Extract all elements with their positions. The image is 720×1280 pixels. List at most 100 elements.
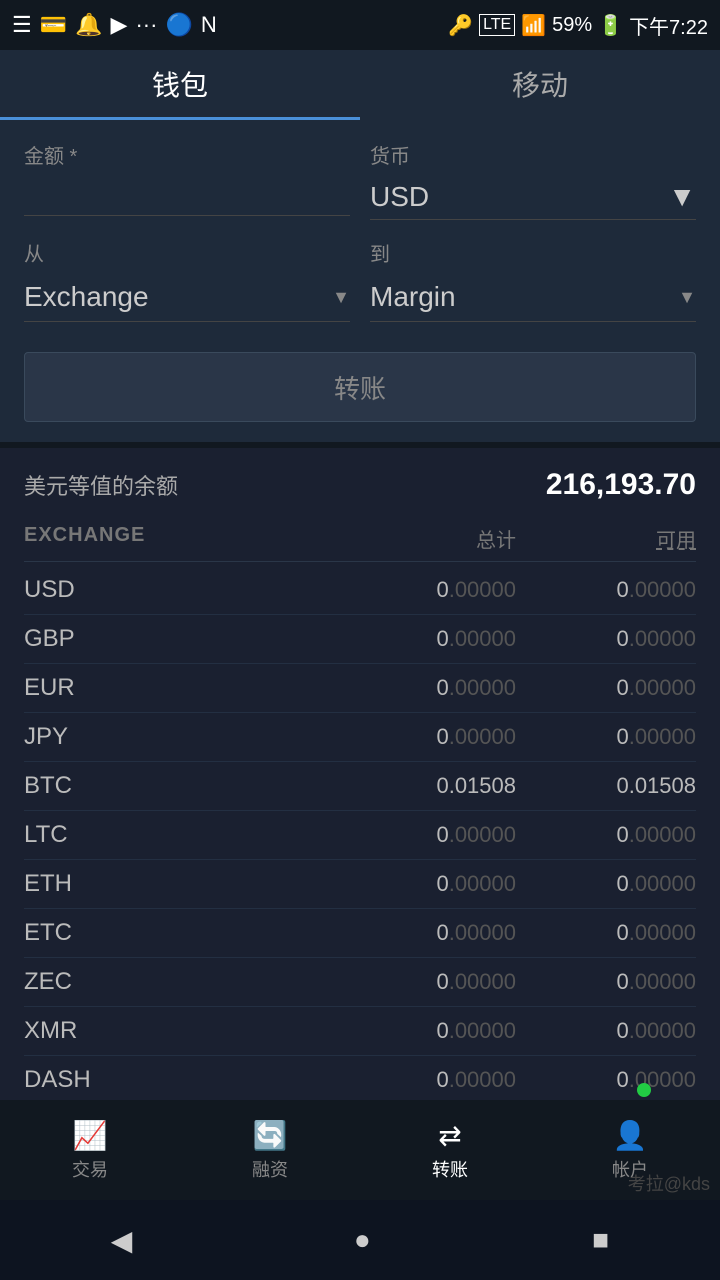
- key-icon: 🔑: [448, 13, 473, 38]
- tab-move[interactable]: 移动: [360, 50, 720, 120]
- back-button[interactable]: ◀: [111, 1224, 133, 1257]
- from-value: Exchange: [24, 281, 149, 313]
- table-row: XMR 0.00000 0.00000: [24, 1007, 696, 1056]
- table-row: JPY 0.00000 0.00000: [24, 713, 696, 762]
- to-group: 到 Margin ▼: [370, 238, 696, 322]
- play-icon: ▶: [111, 12, 128, 38]
- signal-icon: 📶: [521, 13, 546, 38]
- col-available: 可用: [576, 524, 696, 553]
- row-values: 0.00000 0.00000: [356, 969, 696, 995]
- online-dot: [637, 1083, 651, 1097]
- to-value: Margin: [370, 281, 456, 313]
- row-values: 0.00000 0.00000: [356, 675, 696, 701]
- available-cell: 0.00000: [536, 675, 696, 701]
- tab-wallet[interactable]: 钱包: [0, 50, 360, 120]
- row-values: 0.00000 0.00000: [356, 577, 696, 603]
- battery-icon: 🔋: [598, 13, 623, 38]
- more-icon: ···: [135, 12, 157, 38]
- table-row: DASH 0.00000 0.00000: [24, 1056, 696, 1105]
- table-row: GBP 0.00000 0.00000: [24, 615, 696, 664]
- row-values: 0.01508 0.01508: [356, 773, 696, 799]
- finance-icon: 🔄: [253, 1119, 288, 1152]
- from-label: 从: [24, 238, 350, 267]
- total-cell: 0.00000: [356, 724, 516, 750]
- available-cell: 0.00000: [536, 626, 696, 652]
- col-total: 总计: [396, 524, 516, 553]
- total-cell: 0.00000: [356, 675, 516, 701]
- transfer-btn-area: 转账: [0, 342, 720, 442]
- transfer-button[interactable]: 转账: [24, 352, 696, 422]
- from-group: 从 Exchange ▼: [24, 238, 350, 322]
- currency-cell: LTC: [24, 821, 144, 849]
- row-values: 0.00000 0.00000: [356, 920, 696, 946]
- account-icon: 👤: [613, 1119, 648, 1152]
- available-cell: 0.00000: [536, 1067, 696, 1093]
- currency-value: USD: [370, 181, 429, 213]
- android-nav: ◀ ● ■: [0, 1200, 720, 1280]
- currency-cell: EUR: [24, 674, 144, 702]
- wallet-icon: 💳: [40, 12, 67, 38]
- total-cell: 0.00000: [356, 1018, 516, 1044]
- chevron-down-icon-from: ▼: [332, 287, 350, 308]
- currency-cell: ETC: [24, 919, 144, 947]
- total-cell: 0.00000: [356, 577, 516, 603]
- total-cell: 0.01508: [356, 773, 516, 799]
- from-to-row: 从 Exchange ▼ 到 Margin ▼: [24, 238, 696, 322]
- bottom-nav: 📈 交易 🔄 融资 ⇄ 转账 👤 帐户: [0, 1100, 720, 1200]
- nav-trade[interactable]: 📈 交易: [72, 1119, 108, 1182]
- total-cell: 0.00000: [356, 626, 516, 652]
- watermark: 考拉@kds: [628, 1170, 710, 1196]
- available-cell: 0.00000: [536, 724, 696, 750]
- time: 下午7:22: [629, 11, 708, 40]
- lte-icon: LTE: [479, 14, 515, 36]
- available-cell: 0.00000: [536, 577, 696, 603]
- to-dropdown[interactable]: Margin ▼: [370, 273, 696, 322]
- nav-finance[interactable]: 🔄 融资: [252, 1119, 288, 1182]
- amount-label: 金额 *: [24, 140, 350, 169]
- currency-cell: USD: [24, 576, 144, 604]
- balance-value: 216,193.70: [546, 468, 696, 502]
- available-cell: 0.00000: [536, 822, 696, 848]
- amount-group: 金额 *: [24, 140, 350, 220]
- balance-section: 美元等值的余额 216,193.70 EXCHANGE 总计 可用 USD 0.…: [0, 442, 720, 1164]
- currency-cell: DASH: [24, 1066, 144, 1094]
- section-label: EXCHANGE: [24, 524, 145, 553]
- bt-icon: 🔵: [165, 12, 192, 38]
- battery-text: 59%: [552, 14, 592, 37]
- transfer-icon: ⇄: [438, 1119, 461, 1152]
- row-values: 0.00000 0.00000: [356, 1018, 696, 1044]
- available-cell: 0.00000: [536, 969, 696, 995]
- nfc-icon: N: [201, 12, 217, 38]
- table-row: BTC 0.01508 0.01508: [24, 762, 696, 811]
- row-values: 0.00000 0.00000: [356, 626, 696, 652]
- balance-label: 美元等值的余额: [24, 469, 178, 501]
- status-icons-left: ☰ 💳 🔔 ▶ ··· 🔵 N: [12, 12, 217, 38]
- available-cell: 0.00000: [536, 871, 696, 897]
- to-label: 到: [370, 238, 696, 267]
- total-cell: 0.00000: [356, 1067, 516, 1093]
- table-row: LTC 0.00000 0.00000: [24, 811, 696, 860]
- available-cell: 0.00000: [536, 920, 696, 946]
- row-values: 0.00000 0.00000: [356, 871, 696, 897]
- nav-transfer[interactable]: ⇄ 转账: [432, 1119, 468, 1182]
- trade-icon: 📈: [73, 1119, 108, 1152]
- status-icons-right: 🔑 LTE 📶 59% 🔋 下午7:22: [448, 11, 708, 40]
- table-row: ETH 0.00000 0.00000: [24, 860, 696, 909]
- currency-cell: ETH: [24, 870, 144, 898]
- total-cell: 0.00000: [356, 969, 516, 995]
- tabs-container: 钱包 移动: [0, 50, 720, 120]
- currency-dropdown[interactable]: USD ▼: [370, 175, 696, 220]
- available-cell: 0.00000: [536, 1018, 696, 1044]
- row-values: 0.00000 0.00000: [356, 822, 696, 848]
- table-row: USD 0.00000 0.00000: [24, 566, 696, 615]
- table-header: EXCHANGE 总计 可用: [24, 516, 696, 562]
- amount-input[interactable]: [24, 175, 350, 216]
- currency-label: 货币: [370, 140, 696, 169]
- total-cell: 0.00000: [356, 822, 516, 848]
- recent-button[interactable]: ■: [592, 1224, 609, 1256]
- home-button[interactable]: ●: [354, 1224, 371, 1256]
- bell-icon: 🔔: [75, 12, 102, 38]
- from-dropdown[interactable]: Exchange ▼: [24, 273, 350, 322]
- table-row: ETC 0.00000 0.00000: [24, 909, 696, 958]
- balance-row: 美元等值的余额 216,193.70: [24, 468, 696, 502]
